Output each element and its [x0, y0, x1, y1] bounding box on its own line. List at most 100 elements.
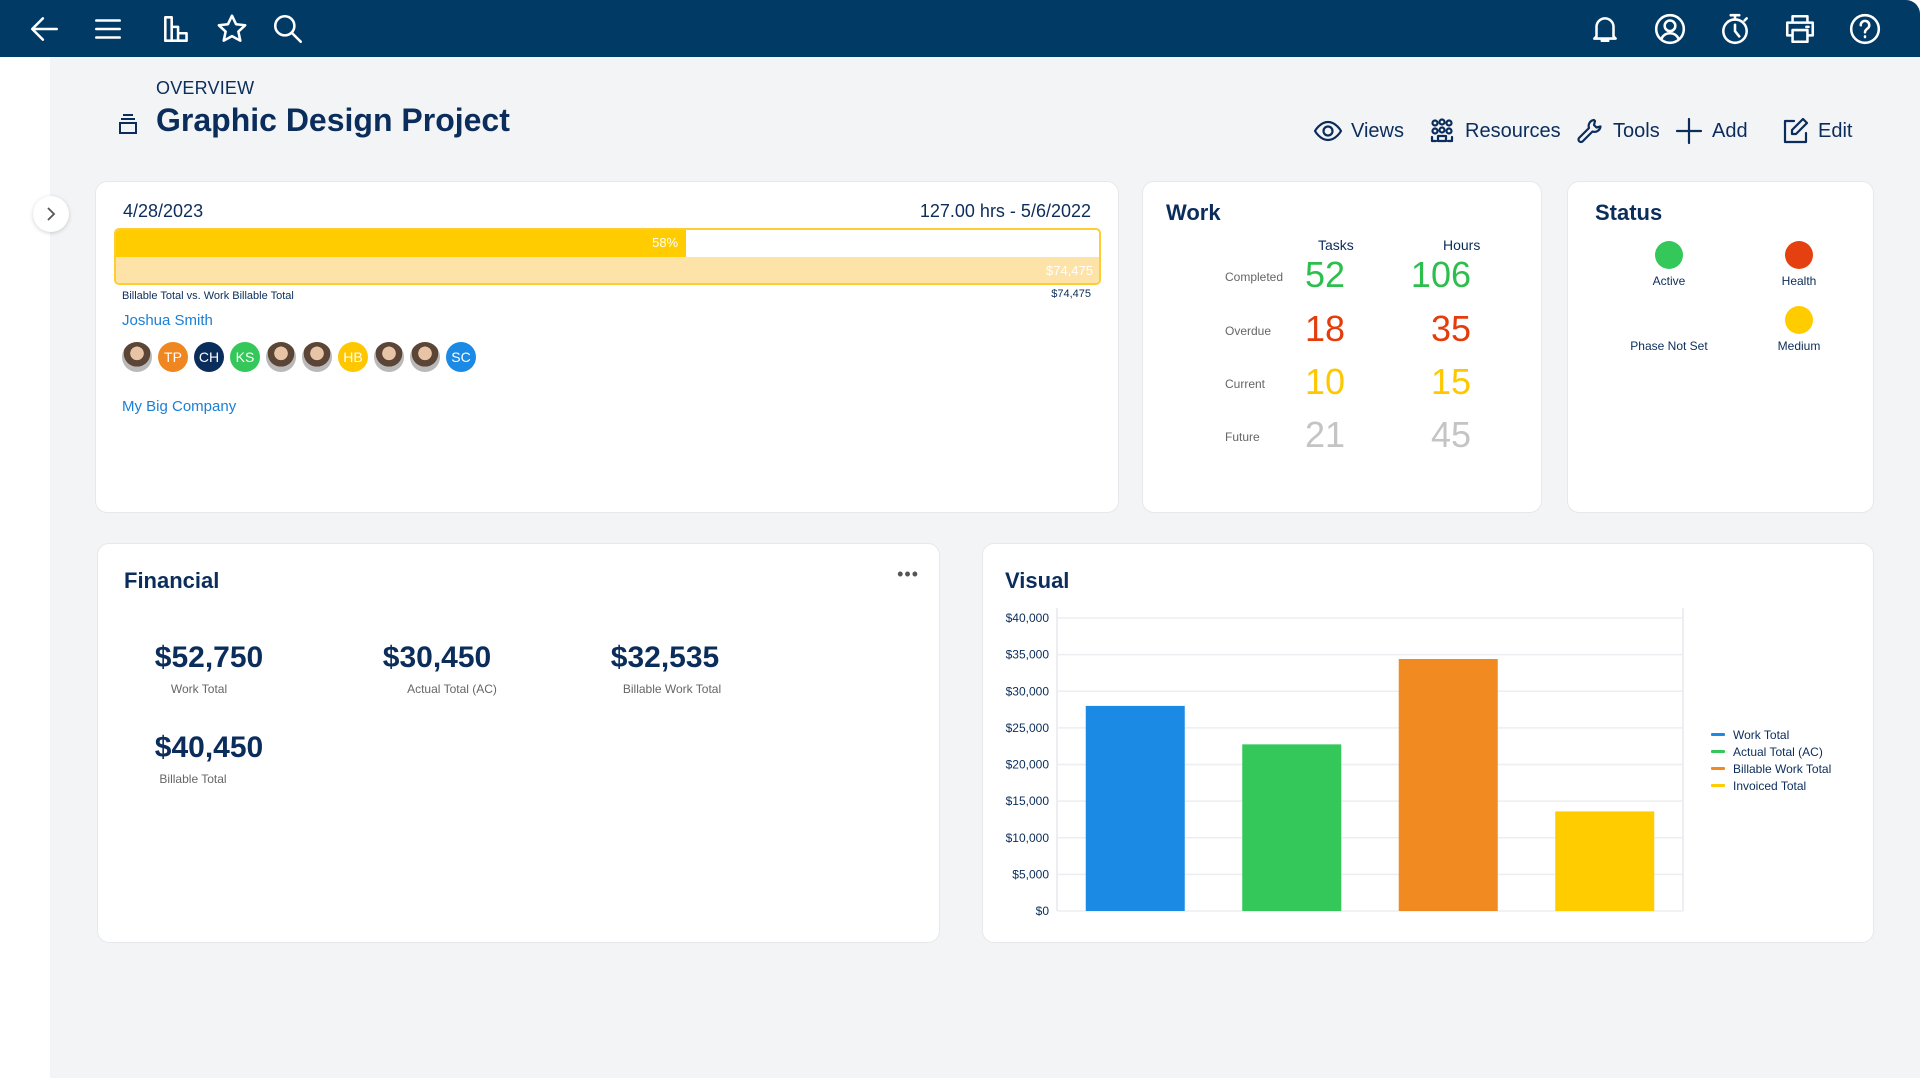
legend-item[interactable]: Invoiced Total	[1711, 777, 1831, 794]
phase-status-label: Phase Not Set	[1630, 339, 1708, 353]
people-group-icon	[1430, 118, 1454, 143]
work-title: Work	[1166, 200, 1221, 225]
project-stack-icon	[116, 112, 140, 136]
eye-icon	[1313, 120, 1343, 142]
notifications-bell-icon[interactable]	[1585, 9, 1625, 49]
page-title: Graphic Design Project	[156, 102, 510, 138]
work-tasks-value: 21	[1304, 414, 1345, 455]
legend-item[interactable]: Work Total	[1711, 726, 1831, 743]
team-member-avatar[interactable]	[374, 342, 404, 372]
priority-status-label: Medium	[1777, 339, 1821, 353]
team-member-avatar[interactable]: KS	[230, 342, 260, 372]
billable-work-total-value: $32,535	[610, 641, 720, 674]
y-tick-label: $10,000	[1006, 831, 1050, 845]
progress-caption: Billable Total vs. Work Billable Total	[122, 290, 294, 302]
favorites-star-icon[interactable]	[212, 9, 252, 49]
start-date: 4/28/2023	[123, 201, 204, 221]
billable-amount-in-bar: $74,475	[1046, 263, 1093, 278]
work-tasks-value: 52	[1304, 254, 1345, 295]
work-hours-value: 35	[1430, 308, 1471, 349]
legend-swatch	[1711, 733, 1725, 736]
y-tick-label: $35,000	[1006, 648, 1050, 662]
plus-icon	[1675, 117, 1703, 145]
team-member-avatar[interactable]: TP	[158, 342, 188, 372]
print-icon[interactable]	[1780, 9, 1820, 49]
health-status-label: Health	[1781, 274, 1817, 288]
team-member-avatar[interactable]	[122, 342, 152, 372]
wrench-icon	[1577, 118, 1602, 144]
team-member-avatar[interactable]	[410, 342, 440, 372]
billable-amount-below: $74,475	[1051, 288, 1091, 300]
status-title: Status	[1595, 200, 1663, 225]
billable-work-total-label: Billable Work Total	[622, 682, 722, 696]
legend-label: Work Total	[1733, 727, 1790, 742]
legend-label: Actual Total (AC)	[1733, 744, 1823, 759]
bar-work-total[interactable]	[1085, 705, 1185, 911]
menu-icon[interactable]	[88, 9, 128, 49]
project-summary-card: 4/28/2023 127.00 hrs - 5/6/2022 58% $74,…	[95, 181, 1119, 513]
views-button[interactable]: Views	[1313, 116, 1404, 146]
team-member-avatar[interactable]	[302, 342, 332, 372]
billable-total-label: Billable Total	[159, 772, 227, 786]
legend-item[interactable]: Actual Total (AC)	[1711, 743, 1831, 760]
work-tasks-value: 10	[1304, 361, 1345, 402]
resources-button[interactable]: Resources	[1427, 116, 1561, 146]
work-card: Work Tasks Hours Completed 52 106 Overdue 18…	[1142, 181, 1542, 513]
y-tick-label: $15,000	[1006, 794, 1050, 808]
tools-label: Tools	[1613, 119, 1660, 142]
legend-label: Invoiced Total	[1733, 778, 1807, 793]
legend-swatch	[1711, 750, 1725, 753]
page-overline: OVERVIEW	[156, 78, 255, 98]
team-member-avatar[interactable]: SC	[446, 342, 476, 372]
financial-title: Financial	[124, 568, 220, 593]
bar-billable-work-total[interactable]	[1398, 659, 1498, 911]
work-hours-value: 15	[1430, 361, 1471, 402]
tools-button[interactable]: Tools	[1575, 116, 1660, 146]
search-icon[interactable]	[268, 9, 308, 49]
team-member-avatar[interactable]: CH	[194, 342, 224, 372]
hours-and-due-date: 127.00 hrs - 5/6/2022	[919, 201, 1091, 221]
timer-icon[interactable]	[1715, 9, 1755, 49]
bar-actual-total-ac[interactable]	[1242, 744, 1342, 911]
add-label: Add	[1712, 119, 1748, 142]
legend-swatch	[1711, 767, 1725, 770]
active-status-label: Active	[1652, 274, 1686, 288]
work-tasks-value: 18	[1304, 308, 1345, 349]
help-icon[interactable]	[1845, 9, 1885, 49]
legend-item[interactable]: Billable Work Total	[1711, 760, 1831, 777]
work-hours-value: 106	[1410, 254, 1471, 295]
progress-percent-label: 58%	[652, 235, 679, 250]
top-navigation-bar	[0, 0, 1920, 57]
back-arrow-icon[interactable]	[25, 9, 65, 49]
work-total-value: $52,750	[154, 641, 264, 674]
team-member-avatar[interactable]: HB	[338, 342, 368, 372]
resources-label: Resources	[1465, 119, 1561, 142]
project-owner-link[interactable]: Joshua Smith	[122, 312, 213, 329]
y-tick-label: $25,000	[1006, 721, 1050, 735]
tasks-column-header: Tasks	[1318, 237, 1354, 253]
y-tick-label: $0	[1036, 904, 1050, 918]
billable-total-value: $40,450	[154, 731, 264, 764]
sidebar-expand-button[interactable]	[33, 196, 69, 232]
reports-icon[interactable]	[157, 9, 197, 49]
views-label: Views	[1351, 119, 1404, 142]
edit-button[interactable]: Edit	[1780, 116, 1852, 146]
y-tick-label: $5,000	[1012, 867, 1049, 881]
add-button[interactable]: Add	[1674, 116, 1748, 146]
company-link[interactable]: My Big Company	[122, 398, 236, 415]
status-card: Status Active Health Phase Not Set Mediu…	[1567, 181, 1874, 513]
team-member-avatar[interactable]	[266, 342, 296, 372]
actual-total-label: Actual Total (AC)	[407, 682, 497, 696]
user-profile-icon[interactable]	[1650, 9, 1690, 49]
more-options-button[interactable]: •••	[897, 564, 919, 585]
active-status-dot	[1655, 241, 1683, 269]
progress-fill: 58%	[116, 230, 687, 257]
hours-column-header: Hours	[1443, 237, 1481, 253]
edit-label: Edit	[1818, 119, 1853, 142]
visual-chart-card: Visual $0 $5,000 $10,000 $15,000 $20,000 $25,…	[982, 543, 1874, 943]
health-status-dot	[1785, 241, 1813, 269]
bar-invoiced-total[interactable]	[1555, 811, 1655, 911]
chevron-right-icon	[47, 207, 56, 221]
edit-pencil-icon	[1783, 117, 1809, 144]
y-tick-label: $30,000	[1006, 684, 1050, 698]
